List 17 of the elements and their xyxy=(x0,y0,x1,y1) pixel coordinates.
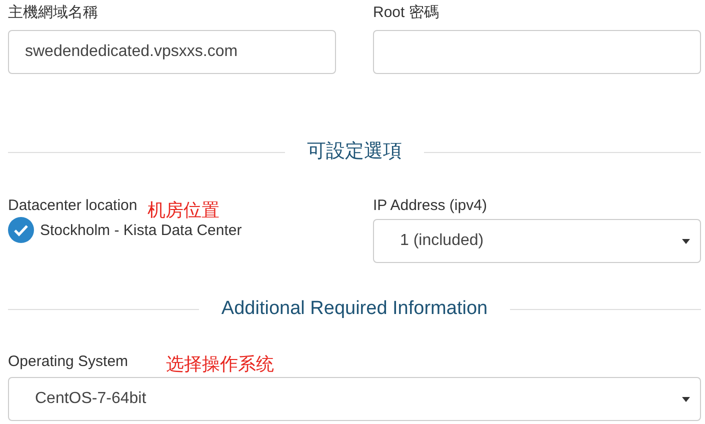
field-label: IP Address (ipv4) xyxy=(373,197,487,215)
field-label: Operating System xyxy=(8,353,128,371)
field-label: 主機網域名稱 xyxy=(8,4,98,22)
annotation: 机房位置 xyxy=(147,199,220,221)
os-select[interactable]: CentOS-7-64bit xyxy=(8,377,701,421)
ip-select[interactable]: 1 (included) xyxy=(373,219,701,263)
field-label: Root 密碼 xyxy=(373,4,439,22)
caret-icon xyxy=(682,396,690,402)
text-field[interactable]: swedendedicated.vpsxxs.com xyxy=(8,30,336,74)
caret-icon xyxy=(682,238,690,244)
option-label: Stockholm - Kista Data Center xyxy=(40,222,242,238)
text-field[interactable] xyxy=(373,30,701,74)
section-title: Additional Required Information xyxy=(221,297,488,321)
checkmark-icon[interactable] xyxy=(8,217,34,243)
field-label: Datacenter location xyxy=(8,197,138,215)
section-title: 可設定選項 xyxy=(307,140,402,164)
annotation: 选择操作系统 xyxy=(166,353,274,375)
